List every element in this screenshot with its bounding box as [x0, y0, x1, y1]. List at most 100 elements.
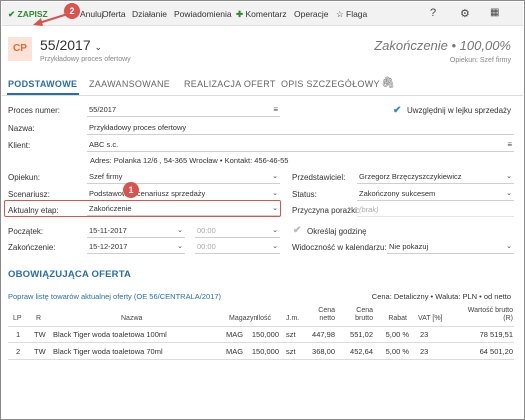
guardian-select[interactable]: Szef firmy ⌄	[87, 171, 280, 184]
representative-value: Grzegorz Brzęczyszczykiewicz	[359, 172, 462, 181]
cell-r: TW	[34, 330, 46, 339]
chevron-down-icon: ⌄	[272, 227, 278, 234]
step-badge-2: 2	[64, 3, 80, 19]
chevron-down-icon: ⌄	[272, 243, 278, 250]
guardian-value: Szef firmy	[89, 172, 123, 181]
edit-offer-items-link[interactable]: Popraw listę towarów aktualnej oferty (O…	[8, 292, 221, 301]
set-time-checkbox[interactable]: ✔	[293, 226, 302, 236]
action-menu[interactable]: Działanie	[132, 9, 167, 19]
menu-icon[interactable]: ≡	[507, 139, 512, 151]
column-header: Nazwa	[121, 315, 143, 322]
process-number-field[interactable]: 55/2017 ≡	[87, 104, 280, 117]
comment-label: Komentarz	[245, 9, 287, 19]
toolbar: ✔ ZAPISZ Anuluj Oferta Działanie Powiado…	[2, 2, 523, 26]
grid-icon[interactable]: ▦	[490, 7, 499, 18]
cell-gross-value: 78 519,51	[479, 330, 513, 339]
gear-icon[interactable]: ⚙	[460, 7, 470, 20]
start-date-value: 15-11-2017	[89, 226, 127, 235]
calendar-visibility-select[interactable]: Nie pokazuj ⌄	[387, 241, 514, 254]
client-address: Adres: Polanka 12/6 , 54-365 Wrocław • K…	[90, 156, 289, 165]
cell-quantity: 150,000	[251, 330, 279, 339]
chevron-down-icon: ⌄	[272, 190, 278, 197]
chevron-down-icon: ⌄	[272, 173, 278, 180]
chevron-down-icon: ⌄	[177, 243, 183, 250]
start-time-field[interactable]: 00:00 ⌄	[195, 225, 280, 238]
cell-discount: 5,00 %	[385, 330, 409, 339]
cell-r: TW	[34, 347, 46, 356]
column-header: VAT [%]	[418, 315, 443, 322]
tabs-divider	[2, 95, 523, 96]
row-divider	[8, 342, 514, 343]
cell-unit: szt	[286, 330, 296, 339]
flag-button[interactable]: ☆ Flaga	[336, 9, 367, 20]
process-number-text: 55/2017	[40, 37, 91, 53]
tab-advanced[interactable]: ZAAWANSOWANE	[89, 79, 170, 89]
cancel-button[interactable]: Anuluj	[80, 9, 104, 19]
cell-warehouse: MAG	[226, 347, 244, 356]
process-subtitle: Przykładowy proces ofertowy	[40, 56, 131, 63]
loss-reason-label: Przyczyna porażki:	[292, 206, 360, 215]
scenario-value: Podstawowy scenariusz sprzedaży	[89, 189, 206, 198]
client-field[interactable]: ABC s.c. ≡	[87, 139, 514, 152]
process-number-label: Proces numer:	[8, 106, 61, 115]
cell-name: Black Tiger woda toaletowa 70ml	[53, 347, 163, 356]
notifications-menu[interactable]: Powiadomienia	[174, 9, 232, 19]
cell-vat: 23	[420, 330, 429, 339]
tab-basic[interactable]: PODSTAWOWE	[8, 79, 77, 89]
include-in-funnel-checkbox[interactable]: ✔	[393, 106, 402, 116]
offer-section-title: OBOWIĄZUJĄCA OFERTA	[8, 269, 132, 280]
comment-button[interactable]: ✚ Komentarz	[236, 9, 287, 20]
start-label: Początek:	[8, 227, 44, 236]
cell-unit: szt	[286, 347, 296, 356]
chevron-down-icon: ⌄	[177, 227, 183, 234]
tab-offer-realization[interactable]: REALIZACJA OFERT	[184, 79, 276, 89]
start-date-field[interactable]: 15-11-2017 ⌄	[87, 225, 185, 238]
stage-label: Aktualny etap:	[8, 206, 59, 215]
client-value: ABC s.c.	[89, 140, 119, 149]
status-select[interactable]: Zakończony sukcesem ⌄	[357, 188, 514, 201]
menu-icon[interactable]: ≡	[273, 104, 278, 116]
chevron-down-icon: ⌄	[272, 205, 278, 212]
stage-indicator: Zakończenie • 100,00%	[374, 38, 511, 53]
star-icon: ☆	[336, 9, 344, 19]
end-date-field[interactable]: 15-12-2017 ⌄	[87, 241, 185, 254]
cell-gross-price: 551,02	[350, 330, 373, 339]
window: ✔ ZAPISZ Anuluj Oferta Działanie Powiado…	[0, 0, 525, 420]
offer-menu[interactable]: Oferta	[102, 9, 126, 19]
column-header: Ilość	[256, 315, 271, 322]
column-header: Cena netto	[318, 307, 335, 322]
end-time-field[interactable]: 00:00 ⌄	[195, 241, 280, 254]
name-field[interactable]: Przykładowy proces ofertowy	[87, 122, 514, 135]
cell-name: Black Tiger woda toaletowa 100ml	[53, 330, 167, 339]
tab-detailed-description[interactable]: OPIS SZCZEGÓŁOWY	[281, 79, 380, 89]
column-header: J.m.	[286, 315, 300, 322]
process-number-value: 55/2017	[89, 105, 117, 114]
operations-menu[interactable]: Operacje	[294, 9, 329, 19]
end-label: Zakończenie:	[8, 243, 56, 252]
status-value: Zakończony sukcesem	[359, 189, 436, 198]
flag-label: Flaga	[346, 9, 368, 19]
scenario-label: Scenariusz:	[8, 190, 50, 199]
cell-net-price: 447,98	[312, 330, 335, 339]
plus-icon: ✚	[236, 9, 244, 19]
owner-label: Opiekun: Szef firmy	[449, 57, 511, 64]
help-icon[interactable]: ?	[430, 7, 436, 19]
stage-select[interactable]: Zakończenie ⌄	[87, 203, 280, 216]
table-header-divider	[8, 326, 514, 327]
name-label: Nazwa:	[8, 124, 35, 133]
cell-warehouse: MAG	[226, 330, 244, 339]
client-label: Klient:	[8, 141, 31, 150]
status-label: Status:	[292, 190, 317, 199]
guardian-label: Opiekun:	[8, 173, 41, 182]
calendar-visibility-value: Nie pokazuj	[389, 242, 429, 251]
representative-select[interactable]: Grzegorz Brzęczyszczykiewicz ⌄	[357, 171, 514, 184]
end-time-value: 00:00	[197, 242, 216, 251]
representative-label: Przedstawiciel:	[292, 173, 346, 182]
start-time-value: 00:00	[197, 226, 216, 235]
offer-pricing-meta: Cena: Detaliczny • Waluta: PLN • od nett…	[371, 292, 511, 301]
paperclip-icon[interactable]: 🖇	[381, 76, 395, 89]
cell-lp: 2	[16, 347, 21, 356]
column-header: Wartość brutto (R)	[467, 307, 513, 322]
chevron-down-icon[interactable]: ⌄	[95, 42, 103, 52]
cell-quantity: 150,000	[251, 347, 279, 356]
